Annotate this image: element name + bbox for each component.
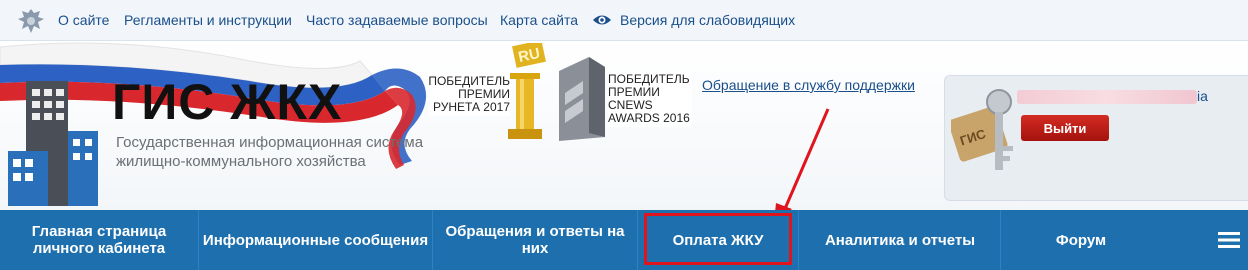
eye-icon[interactable] bbox=[592, 12, 612, 28]
nav-info-messages[interactable]: Информационные сообщения bbox=[199, 210, 432, 270]
gold-award-icon: RU bbox=[508, 43, 546, 139]
accessibility-link[interactable]: Версия для слабовидящих bbox=[620, 12, 795, 28]
regulations-link[interactable]: Регламенты и инструкции bbox=[124, 12, 292, 28]
nav-forum[interactable]: Форум bbox=[1001, 210, 1161, 270]
nav-separator bbox=[637, 210, 638, 270]
nav-separator bbox=[432, 210, 433, 270]
header: ГИС ЖКХ Государственная информационная с… bbox=[0, 41, 1248, 210]
nav-analytics[interactable]: Аналитика и отчеты bbox=[800, 210, 1000, 270]
user-name-redacted bbox=[1017, 90, 1197, 104]
logout-button[interactable]: Выйти bbox=[1021, 115, 1109, 141]
logo-title: ГИС ЖКХ bbox=[112, 74, 343, 130]
nav-payment[interactable]: Оплата ЖКУ bbox=[644, 210, 792, 270]
sitemap-link[interactable]: Карта сайта bbox=[500, 12, 578, 28]
top-bar: О сайте Регламенты и инструкции Часто за… bbox=[0, 0, 1248, 41]
building-logo-icon bbox=[8, 81, 98, 206]
faq-link[interactable]: Часто задаваемые вопросы bbox=[306, 12, 488, 28]
user-panel: ГИС ia Выйти bbox=[944, 75, 1248, 201]
user-name-suffix: ia bbox=[1197, 88, 1208, 104]
nav-home[interactable]: Главная страница личного кабинета bbox=[0, 210, 198, 270]
silver-award-icon bbox=[559, 57, 605, 141]
coat-of-arms-icon bbox=[18, 9, 44, 33]
nav-separator bbox=[798, 210, 799, 270]
award-cnews-text: ПОБЕДИТЕЛЬ ПРЕМИИ CNEWS AWARDS 2016 bbox=[608, 71, 692, 127]
nav-appeals[interactable]: Обращения и ответы на них bbox=[440, 210, 630, 270]
main-nav: Главная страница личного кабинета Информ… bbox=[0, 210, 1248, 270]
hamburger-menu-icon[interactable] bbox=[1218, 232, 1240, 248]
support-link[interactable]: Обращение в службу поддержки bbox=[702, 77, 915, 93]
about-link[interactable]: О сайте bbox=[58, 12, 109, 28]
award-runet-text: ПОБЕДИТЕЛЬ ПРЕМИИ РУНЕТА 2017 bbox=[428, 73, 510, 116]
logo-subtitle: Государственная информационная система ж… bbox=[116, 134, 424, 170]
